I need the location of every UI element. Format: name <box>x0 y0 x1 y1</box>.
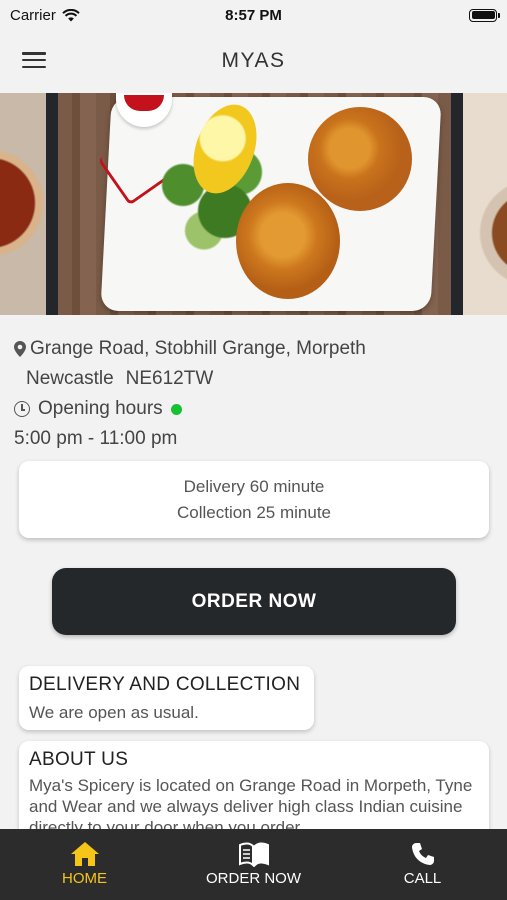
opening-hours-label: Opening hours <box>38 398 163 419</box>
about-us-title: ABOUT US <box>29 749 129 770</box>
battery-icon <box>469 8 500 22</box>
location-pin-icon <box>14 341 26 357</box>
carousel-prev-slide[interactable] <box>0 93 46 315</box>
tab-call-label: CALL <box>403 870 442 887</box>
bottom-tab-bar: HOME ORDER NOW CALL <box>0 829 507 900</box>
delivery-time: Delivery 60 minute <box>183 476 325 496</box>
carrier-label: Carrier <box>10 6 56 24</box>
open-status-indicator <box>170 403 182 415</box>
menu-book-icon <box>238 842 269 867</box>
hero-image-carousel[interactable] <box>0 93 507 315</box>
hamburger-menu-icon[interactable] <box>22 50 46 70</box>
page-title: MYAS <box>221 49 286 72</box>
hours-row: 5:00 pm - 11:00 pm <box>14 424 494 454</box>
address-line: Grange Road, Stobhill Grange, Morpeth <box>30 338 366 359</box>
home-icon <box>70 842 99 866</box>
wifi-icon <box>62 8 80 21</box>
city-label: Newcastle <box>26 368 114 389</box>
tab-order-now[interactable]: ORDER NOW <box>169 829 338 900</box>
carousel-next-slide[interactable] <box>463 93 507 315</box>
delivery-collection-title: DELIVERY AND COLLECTION <box>29 674 301 695</box>
status-left: Carrier <box>10 7 80 24</box>
collection-time: Collection 25 minute <box>176 502 332 522</box>
clock-icon <box>14 401 30 417</box>
app-header: MYAS <box>0 30 507 92</box>
city-row: Newcastle NE612TW <box>14 364 494 394</box>
tab-call[interactable]: CALL <box>338 829 507 900</box>
phone-icon <box>411 843 434 865</box>
postcode-label: NE612TW <box>125 368 214 389</box>
tab-home-label: HOME <box>62 870 107 887</box>
food-photo <box>46 93 463 315</box>
opening-hours-row: Opening hours <box>14 394 494 424</box>
status-bar: Carrier 8:57 PM <box>0 0 507 30</box>
delivery-collection-card: DELIVERY AND COLLECTION We are open as u… <box>19 666 314 730</box>
hours-value: 5:00 pm - 11:00 pm <box>14 428 178 449</box>
order-now-button[interactable]: ORDER NOW <box>52 568 456 635</box>
address-row: Grange Road, Stobhill Grange, Morpeth <box>14 334 494 364</box>
delivery-collection-text: We are open as usual. <box>29 703 199 722</box>
timing-card: Delivery 60 minute Collection 25 minute <box>19 461 489 538</box>
tab-order-now-label: ORDER NOW <box>206 870 301 887</box>
restaurant-info: Grange Road, Stobhill Grange, Morpeth Ne… <box>14 334 494 454</box>
tab-home[interactable]: HOME <box>0 829 169 900</box>
